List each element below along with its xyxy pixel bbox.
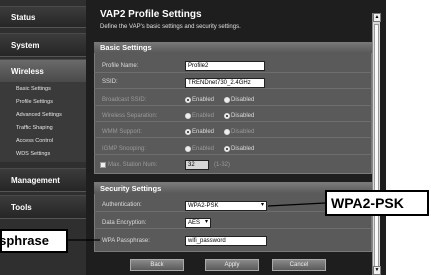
passphrase-callout-text: Passphrase bbox=[0, 233, 49, 248]
passphrase-callout: Passphrase bbox=[0, 229, 68, 253]
wpa-callout-line bbox=[267, 202, 326, 207]
wpa2-psk-callout: WPA2-PSK bbox=[325, 190, 429, 216]
